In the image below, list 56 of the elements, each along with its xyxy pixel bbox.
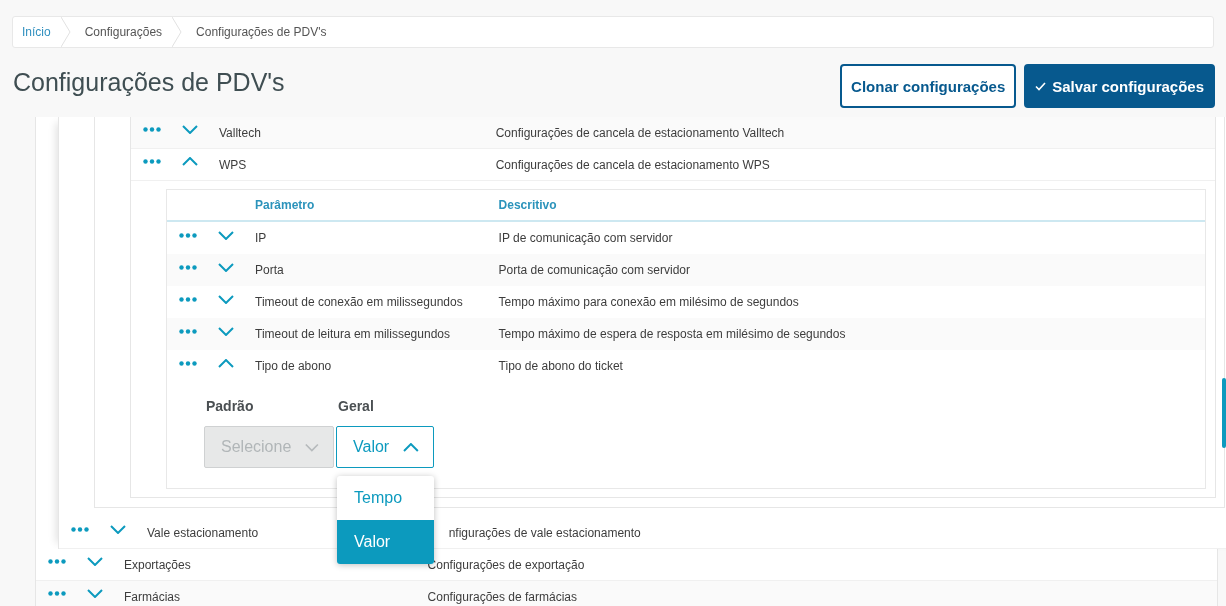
- chevron-up-icon: [403, 442, 419, 452]
- check-icon: [1035, 81, 1047, 91]
- chevron-down-icon[interactable]: [218, 262, 234, 272]
- more-icon[interactable]: [179, 232, 197, 238]
- item-description: Tempo máximo para conexão em milésimo de segundos: [498, 295, 800, 309]
- breadcrumb-link[interactable]: Configurações: [70, 17, 173, 47]
- column-header: Descritivo: [498, 198, 558, 212]
- more-icon[interactable]: [143, 127, 161, 132]
- column-header: Parâmetro: [255, 198, 316, 212]
- breadcrumb-link[interactable]: Configurações de PDV's: [182, 17, 337, 47]
- item-description: Tipo de abono do ticket: [498, 359, 624, 373]
- item-name: IP: [255, 231, 268, 245]
- more-icon[interactable]: [179, 360, 197, 366]
- item-name: Vale estacionamento: [147, 525, 260, 540]
- item-name: Farmácias: [124, 589, 181, 604]
- more-icon[interactable]: [179, 264, 197, 270]
- save-button[interactable]: Salvar configurações: [1024, 64, 1215, 108]
- item-name: Valltech: [219, 125, 262, 140]
- page-title: Configurações de PDV's: [13, 68, 285, 97]
- more-icon[interactable]: [179, 296, 197, 302]
- select-field[interactable]: Valor: [336, 426, 434, 468]
- chevron-down-icon[interactable]: [218, 294, 234, 304]
- item-name: Timeout de conexão em milissegundos: [255, 295, 464, 309]
- clone-button[interactable]: Clonar configurações: [840, 64, 1017, 108]
- chevron-down-icon: [305, 442, 319, 452]
- item-description: IP de comunicação com servidor: [498, 231, 674, 245]
- chevron-up-icon[interactable]: [218, 358, 234, 368]
- chevron-down-icon[interactable]: [218, 230, 234, 240]
- chevron-up-icon[interactable]: [182, 157, 198, 166]
- item-description: Configurações de cancela de estacionamento Valltech: [495, 125, 786, 140]
- more-icon[interactable]: [71, 527, 89, 532]
- more-icon[interactable]: [48, 591, 66, 596]
- item-description: nfigurações de vale estacionamento: [448, 525, 642, 540]
- item-name: Timeout de leitura em milissegundos: [255, 327, 451, 341]
- scrollbar-thumb[interactable]: [1222, 378, 1226, 448]
- item-description: Porta de comunicação com servidor: [498, 263, 691, 277]
- dropdown-option[interactable]: Tempo: [337, 476, 434, 520]
- chevron-down-icon[interactable]: [110, 525, 126, 534]
- item-description: Configurações de farmácias: [427, 589, 579, 604]
- field-label: Geral: [337, 398, 375, 416]
- item-name: Exportações: [124, 557, 192, 572]
- chevron-down-icon[interactable]: [87, 557, 103, 566]
- field-label: Padrão: [205, 398, 255, 416]
- item-name: Porta: [255, 263, 285, 277]
- more-icon[interactable]: [48, 559, 66, 564]
- chevron-down-icon[interactable]: [182, 125, 198, 134]
- more-icon[interactable]: [179, 328, 197, 334]
- breadcrumb-link[interactable]: Início: [13, 17, 61, 47]
- item-description: Configurações de cancela de estacionamento WPS: [495, 157, 771, 172]
- item-name: Tipo de abono: [255, 359, 333, 373]
- chevron-down-icon[interactable]: [87, 589, 103, 598]
- chevron-down-icon[interactable]: [218, 326, 234, 336]
- item-description: Tempo máximo de espera de resposta em milésimo de segundos: [498, 327, 847, 341]
- dropdown-option[interactable]: Valor: [337, 520, 434, 564]
- more-icon[interactable]: [143, 159, 161, 164]
- item-name: WPS: [219, 157, 248, 172]
